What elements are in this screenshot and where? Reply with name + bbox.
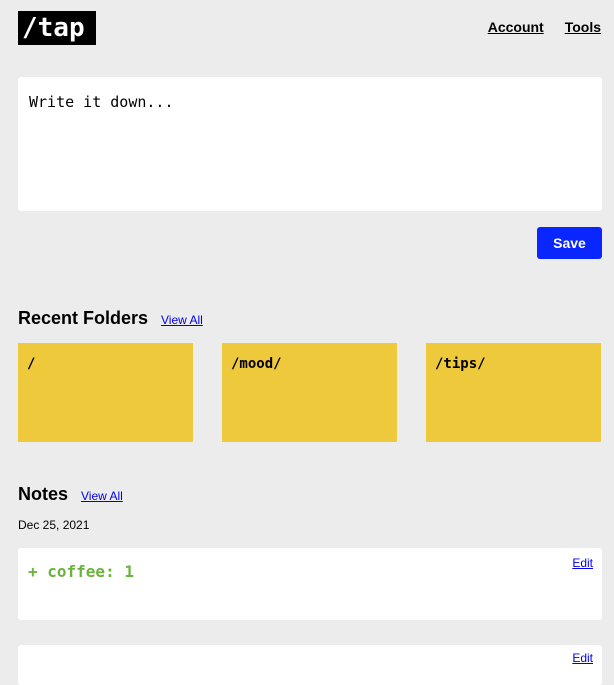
save-button[interactable]: Save: [537, 227, 602, 259]
nav-tools-link[interactable]: Tools: [565, 19, 601, 35]
note-card: Edit: [18, 645, 602, 685]
folder-card-mood[interactable]: /mood/: [222, 343, 397, 442]
note-input[interactable]: [18, 77, 602, 211]
folder-name: /mood/: [231, 356, 282, 372]
notes-date: Dec 25, 2021: [18, 518, 90, 532]
note-text: + coffee: 1: [28, 562, 134, 581]
notes-heading: Notes: [18, 484, 69, 504]
recent-folders-view-all-link[interactable]: View All: [161, 313, 203, 327]
folder-card-tips[interactable]: /tips/: [426, 343, 601, 442]
notes-view-all-link[interactable]: View All: [81, 489, 123, 503]
logo[interactable]: /tap: [18, 11, 96, 45]
recent-folders-heading: Recent Folders: [18, 308, 149, 328]
top-nav: Account Tools: [488, 19, 601, 35]
nav-account-link[interactable]: Account: [488, 19, 544, 35]
folder-name: /tips/: [435, 356, 486, 372]
note-card: + coffee: 1 Edit: [18, 548, 602, 620]
folder-name: /: [27, 356, 36, 372]
note-edit-link[interactable]: Edit: [572, 651, 593, 665]
note-edit-link[interactable]: Edit: [572, 556, 593, 570]
folder-card-root[interactable]: /: [18, 343, 193, 442]
